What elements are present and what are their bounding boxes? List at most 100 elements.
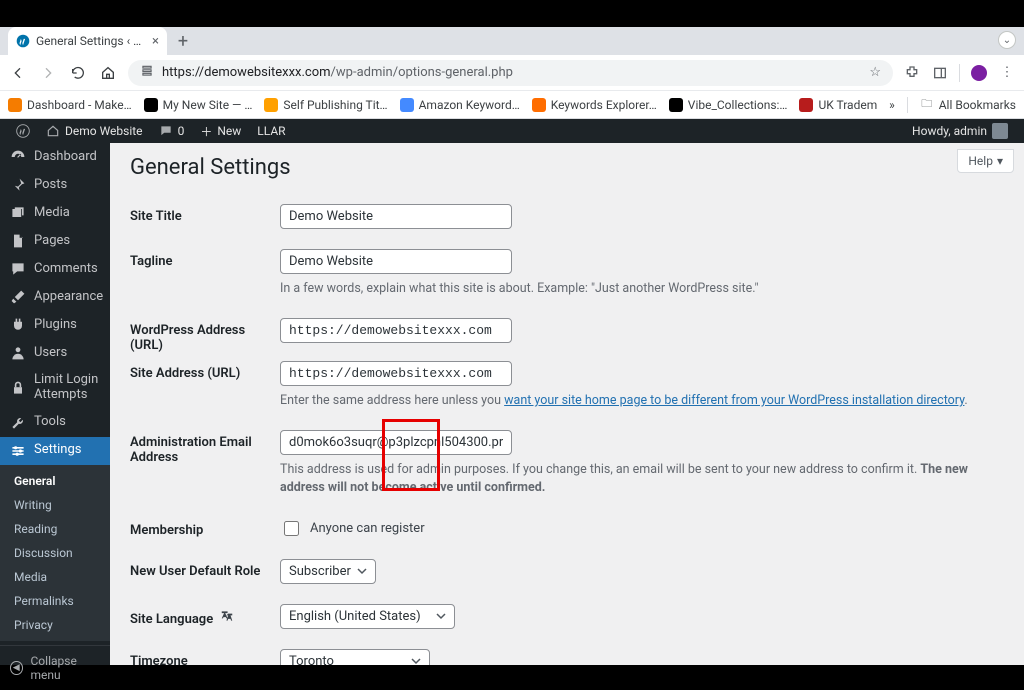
- submenu-item-reading[interactable]: Reading: [0, 517, 110, 541]
- omnibox[interactable]: https://demowebsitexxx.com/wp-admin/opti…: [128, 60, 893, 86]
- collapse-label: Collapse menu: [31, 654, 101, 682]
- sidebar-item-label: Settings: [34, 443, 81, 458]
- submenu-item-discussion[interactable]: Discussion: [0, 541, 110, 565]
- collapse-icon: ◀: [10, 661, 23, 675]
- bookmark-item[interactable]: Amazon Keyword…: [400, 98, 520, 112]
- site-name-menu[interactable]: Demo Website: [38, 119, 151, 143]
- site-url-help-link[interactable]: want your site home page to be different…: [504, 393, 964, 408]
- bookmark-item[interactable]: Self Publishing Tit…: [264, 98, 387, 112]
- site-url-input[interactable]: [280, 361, 512, 386]
- bookmark-item[interactable]: Vibe_Collections:…: [669, 98, 788, 112]
- bookmark-item[interactable]: Dashboard - Make…: [8, 98, 132, 112]
- lock-icon: [10, 380, 26, 396]
- sidebar-item-pages[interactable]: Pages: [0, 227, 110, 255]
- new-tab-button[interactable]: +: [173, 31, 193, 51]
- tab-strip: General Settings ‹ Demo Wel × + ⌄: [0, 27, 1024, 55]
- site-settings-icon[interactable]: [140, 64, 154, 82]
- sidebar-item-label: Plugins: [34, 318, 77, 333]
- site-name-label: Demo Website: [65, 124, 143, 138]
- sidebar-item-limit[interactable]: Limit Login Attempts: [0, 367, 110, 409]
- row-default-role: New User Default Role Subscriber: [130, 549, 1004, 594]
- back-button[interactable]: [8, 65, 28, 81]
- tab-close-icon[interactable]: ×: [152, 35, 159, 48]
- pin-icon: [10, 177, 26, 193]
- sidebar-item-label: Media: [34, 206, 70, 221]
- window-dropdown-icon[interactable]: ⌄: [998, 31, 1016, 49]
- row-admin-email: Administration Email Address This addres…: [130, 420, 1004, 507]
- bookmark-label: Dashboard - Make…: [27, 98, 132, 112]
- sidebar-item-posts[interactable]: Posts: [0, 171, 110, 199]
- submenu-item-permalinks[interactable]: Permalinks: [0, 589, 110, 613]
- tagline-input[interactable]: [280, 249, 512, 274]
- bookmark-label: Amazon Keyword…: [419, 98, 520, 112]
- submenu-item-media[interactable]: Media: [0, 565, 110, 589]
- site-title-input[interactable]: [280, 204, 512, 229]
- wp-url-label: WordPress Address (URL): [130, 318, 280, 353]
- wordpress-favicon-icon: [16, 34, 30, 48]
- all-bookmarks-button[interactable]: 🗀 All Bookmarks: [920, 98, 1016, 112]
- collapse-menu-button[interactable]: ◀ Collapse menu: [0, 645, 110, 690]
- sidebar-item-settings[interactable]: Settings: [0, 437, 110, 465]
- timezone-select[interactable]: Toronto: [280, 649, 430, 666]
- default-role-label: New User Default Role: [130, 559, 280, 584]
- sidebar-item-plugins[interactable]: Plugins: [0, 311, 110, 339]
- llar-menu[interactable]: LLAR: [249, 119, 293, 143]
- divider: [907, 97, 908, 113]
- sidebar-item-dashboard[interactable]: Dashboard: [0, 143, 110, 171]
- bookmarks-bar: Dashboard - Make… My New Site — … Self Pub…: [0, 91, 1024, 119]
- wp-logo-menu[interactable]: [8, 119, 38, 143]
- submenu-item-privacy[interactable]: Privacy: [0, 613, 110, 637]
- language-label: Site Language: [130, 604, 280, 629]
- chrome-window: General Settings ‹ Demo Wel × + ⌄ https:…: [0, 27, 1024, 119]
- sidebar-item-comments[interactable]: Comments: [0, 255, 110, 283]
- help-tab[interactable]: Help ▾: [957, 149, 1014, 173]
- sidebar-item-tools[interactable]: Tools: [0, 409, 110, 437]
- default-role-select[interactable]: Subscriber: [280, 559, 376, 584]
- submenu-item-general[interactable]: General: [0, 469, 110, 493]
- brush-icon: [10, 289, 26, 305]
- sidebar-item-media[interactable]: Media: [0, 199, 110, 227]
- bookmark-item[interactable]: My New Site — …: [144, 98, 253, 112]
- sidebar-item-label: Tools: [34, 415, 66, 430]
- sidebar-item-label: Dashboard: [34, 150, 97, 165]
- bookmark-label: UK Trademarks: [818, 98, 877, 112]
- bookmarks-overflow-icon[interactable]: »: [889, 98, 895, 112]
- reload-button[interactable]: [68, 65, 88, 81]
- bookmark-favicon-icon: [799, 98, 813, 112]
- media-icon: [10, 205, 26, 221]
- extensions-icon[interactable]: [903, 64, 921, 82]
- admin-sidebar: Dashboard Posts Media Pages Comments Appearan…: [0, 143, 110, 665]
- home-button[interactable]: [98, 65, 118, 81]
- wp-url-input[interactable]: [280, 318, 512, 343]
- admin-content: Help ▾ General Settings Site Title Tagli…: [110, 143, 1024, 665]
- chevron-down-icon: ▾: [997, 154, 1003, 168]
- bookmark-item[interactable]: UK Trademarks: [799, 98, 877, 112]
- membership-checkbox[interactable]: Anyone can register: [280, 518, 1004, 539]
- my-account-menu[interactable]: Howdy, admin: [904, 119, 1016, 143]
- bookmark-star-icon[interactable]: ☆: [869, 65, 881, 80]
- membership-label: Membership: [130, 518, 280, 539]
- comments-menu[interactable]: 0: [151, 119, 193, 143]
- admin-email-input[interactable]: [280, 430, 512, 455]
- new-content-menu[interactable]: ＋ New: [192, 119, 249, 143]
- side-panel-icon[interactable]: [931, 64, 949, 82]
- address-bar-row: https://demowebsitexxx.com/wp-admin/opti…: [0, 55, 1024, 91]
- bookmark-label: Self Publishing Tit…: [283, 98, 387, 112]
- sidebar-item-users[interactable]: Users: [0, 339, 110, 367]
- chrome-menu-icon[interactable]: ⋮: [998, 64, 1016, 82]
- site-url-label: Site Address (URL): [130, 361, 280, 410]
- bookmark-item[interactable]: Keywords Explorer…: [532, 98, 657, 112]
- anyone-register-checkbox[interactable]: [284, 521, 299, 536]
- sidebar-item-appearance[interactable]: Appearance: [0, 283, 110, 311]
- admin-email-help: This address is used for admin purposes.…: [280, 461, 1004, 497]
- bookmark-label: Keywords Explorer…: [551, 98, 657, 112]
- submenu-item-writing[interactable]: Writing: [0, 493, 110, 517]
- help-label: Help: [968, 154, 993, 168]
- sidebar-item-label: Comments: [34, 262, 98, 277]
- bookmark-label: My New Site — …: [163, 98, 253, 112]
- membership-checkbox-label: Anyone can register: [310, 521, 425, 536]
- profile-avatar[interactable]: [970, 64, 988, 82]
- language-select[interactable]: English (United States): [280, 604, 455, 629]
- browser-tab[interactable]: General Settings ‹ Demo Wel ×: [8, 27, 167, 55]
- bookmark-favicon-icon: [669, 98, 683, 112]
